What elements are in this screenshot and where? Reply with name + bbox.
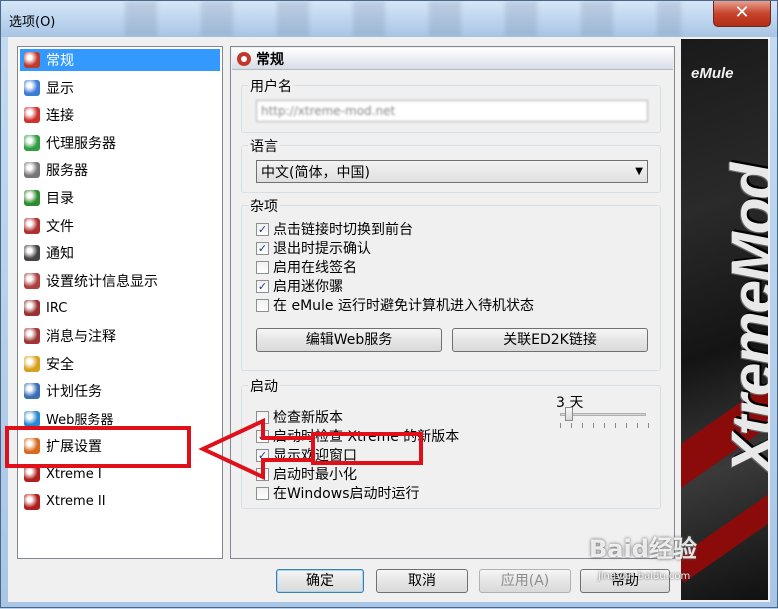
annotation-arrow [198,417,311,481]
options-window: 选项(O) ✕ 常规 显示 连接 代理服务器 服务器 目录 文件 通知 设置统计信息显示 IRC 消… [0,0,778,608]
watermark-logo: Baid经验 [589,535,697,563]
watermark-url: jingyan.baidu.com [598,571,691,582]
